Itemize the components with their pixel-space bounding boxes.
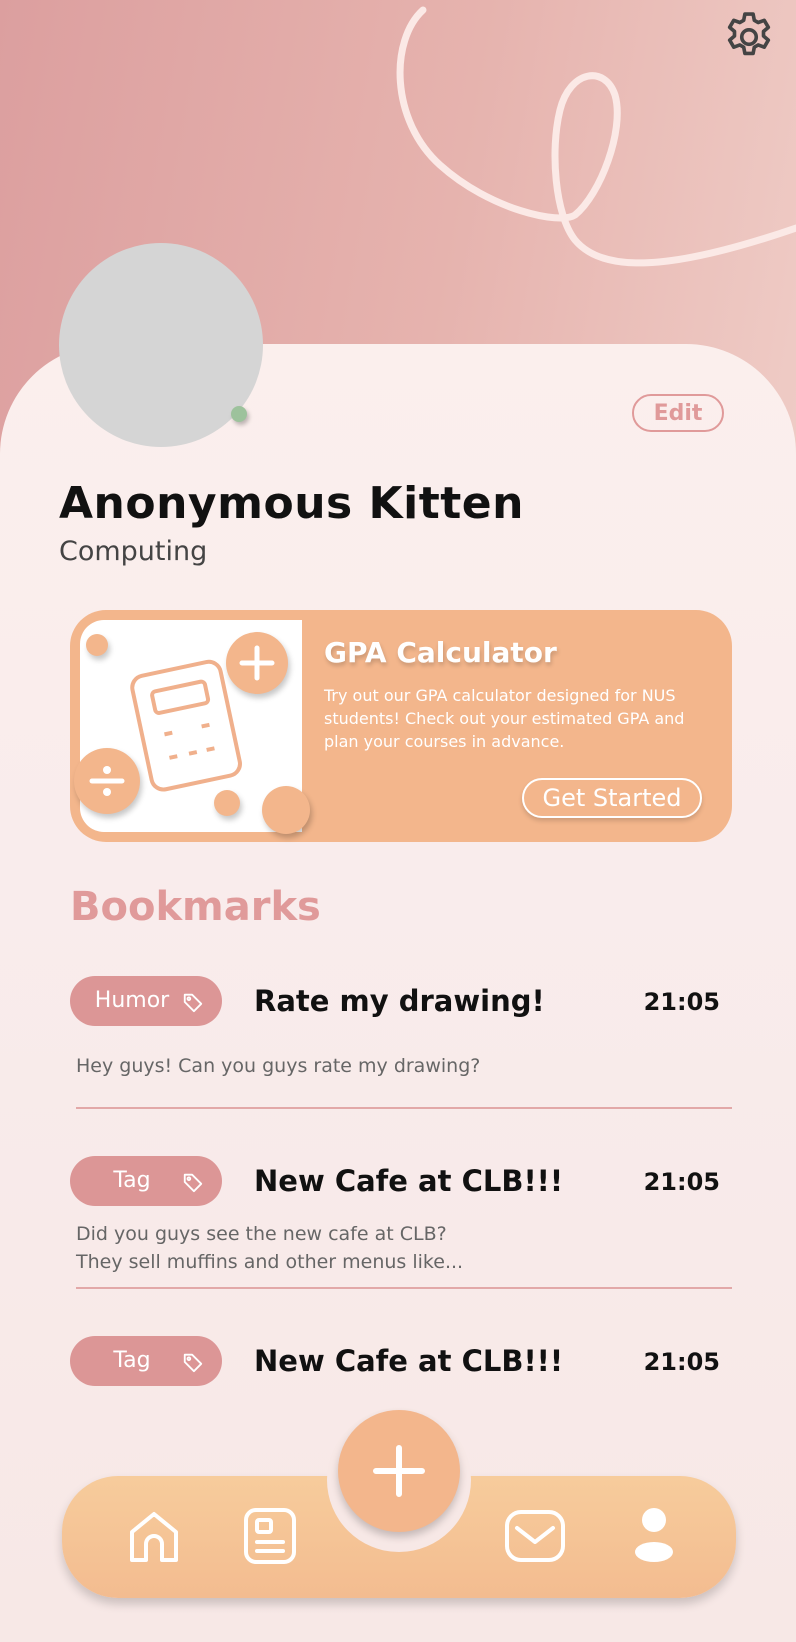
post-title[interactable]: New Cafe at CLB!!! (254, 1164, 563, 1198)
divide-circle-icon (74, 748, 140, 814)
gpa-calculator-card[interactable]: GPA Calculator Try out our GPA calculato… (70, 610, 732, 842)
online-status-indicator (231, 406, 247, 422)
post-time: 21:05 (643, 1348, 720, 1376)
profile-icon[interactable] (632, 1506, 676, 1568)
post-preview-line: They sell muffins and other menus like..… (76, 1251, 464, 1273)
posts-icon[interactable] (240, 1506, 300, 1570)
post-tag[interactable]: Tag (70, 1336, 222, 1386)
settings-gear-icon[interactable] (720, 8, 778, 66)
post-time: 21:05 (643, 1168, 720, 1196)
tag-icon (183, 1173, 203, 1193)
bookmark-post[interactable]: Tag New Cafe at CLB!!! 21:05 Did you guy… (70, 1156, 732, 1290)
add-post-button[interactable] (338, 1410, 460, 1532)
post-tag[interactable]: Tag (70, 1156, 222, 1206)
post-preview-line: Did you guys see the new cafe at CLB? (76, 1223, 447, 1245)
decorative-dot (262, 786, 310, 834)
gpa-card-title: GPA Calculator (324, 636, 557, 669)
bookmarks-heading: Bookmarks (70, 884, 321, 930)
post-title[interactable]: Rate my drawing! (254, 984, 545, 1018)
post-title[interactable]: New Cafe at CLB!!! (254, 1344, 563, 1378)
post-tag[interactable]: Humor (70, 976, 222, 1026)
edit-profile-button[interactable]: Edit (632, 394, 724, 432)
profile-name: Anonymous Kitten (59, 478, 524, 529)
plus-icon (373, 1445, 425, 1497)
decorative-dot (214, 790, 240, 816)
post-tag-label: Tag (113, 1168, 151, 1193)
decorative-dot (86, 634, 108, 656)
mail-icon[interactable] (504, 1506, 566, 1570)
get-started-button[interactable]: Get Started (522, 778, 702, 818)
bookmark-post[interactable]: Tag New Cafe at CLB!!! 21:05 (70, 1336, 732, 1396)
tag-icon (183, 1353, 203, 1373)
home-icon[interactable] (124, 1506, 184, 1570)
post-divider (76, 1107, 732, 1109)
profile-department: Computing (59, 536, 208, 567)
bookmark-post[interactable]: Humor Rate my drawing! 21:05 Hey guys! C… (70, 976, 732, 1110)
tag-icon (183, 993, 203, 1013)
plus-circle-icon (226, 632, 288, 694)
post-preview: Hey guys! Can you guys rate my drawing? (76, 1055, 481, 1077)
post-divider (76, 1287, 732, 1289)
post-time: 21:05 (643, 988, 720, 1016)
post-tag-label: Humor (94, 988, 170, 1013)
gpa-card-description: Try out our GPA calculator designed for … (324, 686, 685, 751)
post-tag-label: Tag (113, 1348, 151, 1373)
